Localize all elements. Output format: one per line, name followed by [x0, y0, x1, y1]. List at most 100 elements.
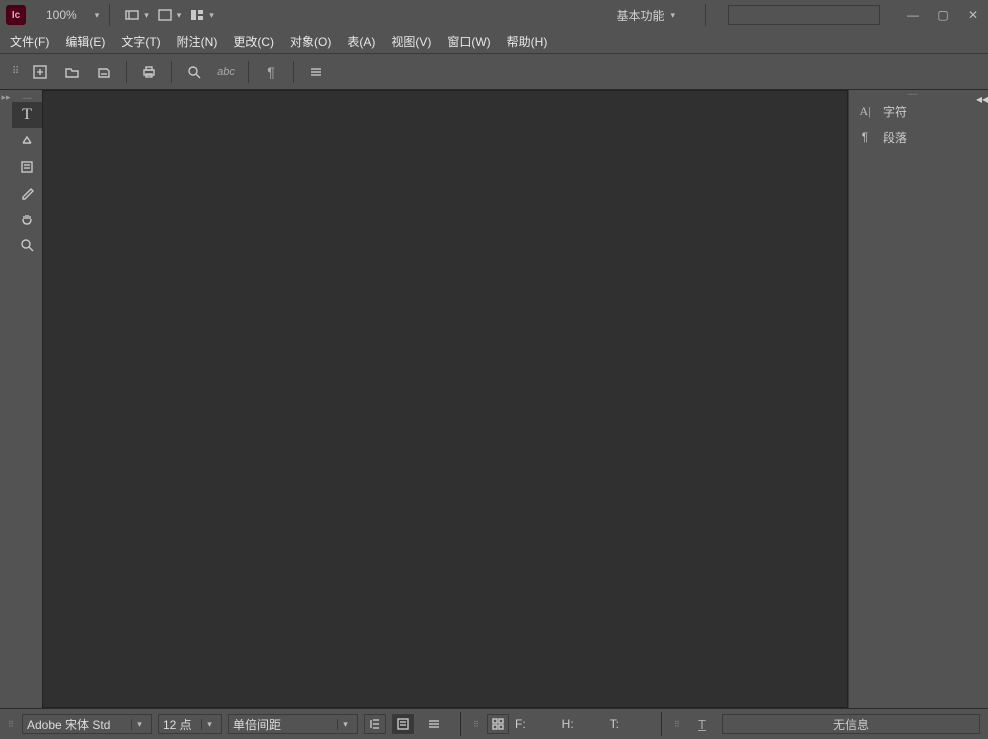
- grip-icon: ⠿: [473, 723, 481, 726]
- frame-grid-button[interactable]: [487, 714, 509, 734]
- eyedropper-tool[interactable]: [12, 180, 42, 206]
- right-gutter[interactable]: ◂◂: [976, 90, 988, 708]
- galley-view-button[interactable]: [364, 714, 386, 734]
- toolbar: ⠿ abc ¶: [0, 54, 988, 90]
- menu-object[interactable]: 对象(O): [290, 33, 331, 50]
- panel-label: 字符: [883, 103, 907, 120]
- font-family-combo[interactable]: Adobe 宋体 Std ▾: [22, 714, 152, 734]
- note-icon: [19, 159, 35, 175]
- save-icon: [96, 64, 112, 80]
- leading-combo[interactable]: 单倍间距 ▾: [228, 714, 358, 734]
- hand-tool[interactable]: [12, 206, 42, 232]
- separator: [171, 61, 172, 83]
- screen-mode-button[interactable]: ▾: [120, 5, 153, 25]
- show-hidden-button[interactable]: ¶: [257, 59, 285, 85]
- chevron-down-icon: ▾: [201, 719, 217, 730]
- menu-notes[interactable]: 附注(N): [177, 33, 218, 50]
- minimize-button[interactable]: —: [898, 2, 928, 28]
- chevron-down-icon: ▾: [670, 10, 675, 21]
- search-input[interactable]: [728, 5, 880, 25]
- zoom-icon: [19, 237, 35, 253]
- t-label: T:: [610, 717, 619, 731]
- separator: [109, 4, 110, 26]
- separator: [126, 61, 127, 83]
- zoom-level[interactable]: 100%: [46, 8, 77, 22]
- save-button[interactable]: [90, 59, 118, 85]
- separator: [460, 712, 461, 736]
- left-gutter[interactable]: ▸▸: [0, 90, 12, 708]
- info-display: 无信息: [722, 714, 980, 734]
- type-icon: T: [22, 106, 32, 124]
- menu-help[interactable]: 帮助(H): [507, 33, 548, 50]
- grip-icon: ⠿: [8, 723, 16, 726]
- menu-type[interactable]: 文字(T): [121, 33, 160, 50]
- maximize-button[interactable]: ▢: [928, 2, 958, 28]
- list-icon: [308, 64, 324, 80]
- paragraph-icon: ¶: [857, 130, 873, 144]
- workspace-selector[interactable]: 基本功能 ▾: [608, 5, 683, 26]
- spellcheck-icon: abc: [217, 66, 235, 78]
- chevron-down-icon[interactable]: ▾: [95, 10, 100, 21]
- plus-box-icon: [32, 64, 48, 80]
- workspace-label: 基本功能: [616, 7, 664, 24]
- new-button[interactable]: [26, 59, 54, 85]
- chevron-down-icon: ▾: [177, 10, 182, 21]
- character-icon: A|: [857, 104, 873, 119]
- grip-icon: ┄┄: [12, 94, 42, 102]
- expand-icon: ▸▸: [1, 92, 10, 708]
- spellcheck-button[interactable]: abc: [212, 59, 240, 85]
- menu-table[interactable]: 表(A): [347, 33, 375, 50]
- grip-icon: ⠿: [12, 66, 22, 77]
- leading-value: 单倍间距: [233, 716, 337, 733]
- panel-label: 段落: [883, 129, 907, 146]
- panel-paragraph[interactable]: ¶ 段落: [849, 124, 976, 150]
- font-size-combo[interactable]: 12 点 ▾: [158, 714, 222, 734]
- text-underline-button[interactable]: T: [688, 711, 716, 737]
- note-tool[interactable]: [12, 154, 42, 180]
- align-button[interactable]: [420, 711, 448, 737]
- menu-file[interactable]: 文件(F): [10, 33, 49, 50]
- menu-changes[interactable]: 更改(C): [233, 33, 274, 50]
- f-label: F:: [515, 717, 526, 731]
- story-view-button[interactable]: [392, 714, 414, 734]
- menubar: 文件(F) 编辑(E) 文字(T) 附注(N) 更改(C) 对象(O) 表(A)…: [0, 30, 988, 54]
- chevron-down-icon: ▾: [337, 719, 353, 730]
- grip-icon: ⠿: [674, 723, 682, 726]
- find-button[interactable]: [180, 59, 208, 85]
- type-tool[interactable]: T: [12, 102, 42, 128]
- info-text: 无信息: [833, 716, 869, 733]
- position-icon: [19, 133, 35, 149]
- status-bar: ⠿ Adobe 宋体 Std ▾ 12 点 ▾ 单倍间距 ▾ ⠿ F: H: T…: [0, 708, 988, 739]
- menu-window[interactable]: 窗口(W): [447, 33, 490, 50]
- separator: [705, 4, 706, 26]
- text-underline-icon: T: [698, 717, 706, 732]
- menu-edit[interactable]: 编辑(E): [65, 33, 105, 50]
- separator: [661, 712, 662, 736]
- search-icon: [186, 64, 202, 80]
- story-icon: [395, 716, 411, 732]
- menu-view[interactable]: 视图(V): [391, 33, 431, 50]
- panel-character[interactable]: A| 字符: [849, 98, 976, 124]
- zoom-tool[interactable]: [12, 232, 42, 258]
- separator: [293, 61, 294, 83]
- print-button[interactable]: [135, 59, 163, 85]
- app-icon: Ic: [6, 5, 26, 25]
- close-button[interactable]: ✕: [958, 2, 988, 28]
- galley-icon: [367, 716, 383, 732]
- font-family-value: Adobe 宋体 Std: [27, 716, 131, 733]
- chevron-down-icon: ▾: [209, 10, 214, 21]
- canvas[interactable]: [42, 90, 848, 708]
- screen-mode-icon: [124, 7, 140, 23]
- right-panel: ┄┄ A| 字符 ¶ 段落: [848, 90, 976, 708]
- folder-open-icon: [64, 64, 80, 80]
- chevron-down-icon: ▾: [144, 10, 149, 21]
- arrange-button[interactable]: ▾: [185, 5, 218, 25]
- list-button[interactable]: [302, 59, 330, 85]
- eyedropper-icon: [19, 185, 35, 201]
- position-tool[interactable]: [12, 128, 42, 154]
- open-button[interactable]: [58, 59, 86, 85]
- view-mode-button[interactable]: ▾: [153, 5, 186, 25]
- grid-icon: [490, 716, 506, 732]
- print-icon: [141, 64, 157, 80]
- grip-icon: ┄┄: [849, 90, 976, 98]
